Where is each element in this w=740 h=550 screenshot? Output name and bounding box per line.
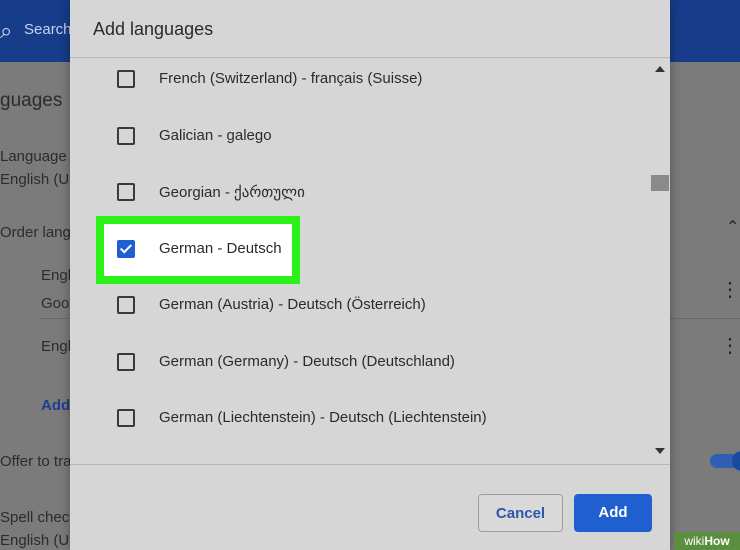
checkbox[interactable] xyxy=(117,353,135,371)
toggle-knob xyxy=(732,451,740,471)
order-item: Engl xyxy=(41,267,72,284)
divider xyxy=(70,464,670,465)
watermark-prefix: wiki xyxy=(684,534,705,548)
offer-translate-toggle[interactable] xyxy=(710,451,740,471)
search-icon[interactable]: ⌕ xyxy=(0,18,12,44)
add-button[interactable]: Add xyxy=(574,494,652,532)
checkbox[interactable] xyxy=(117,409,135,427)
list-item[interactable]: German - Deutsch xyxy=(70,226,650,282)
add-languages-link[interactable]: Add xyxy=(41,397,70,414)
more-vert-icon[interactable]: ⋮ xyxy=(720,336,740,356)
order-item: Engl xyxy=(41,338,72,355)
list-item[interactable]: Galician - galego xyxy=(70,113,650,169)
language-label: Language xyxy=(0,148,67,165)
dialog-title: Add languages xyxy=(93,19,214,39)
language-label: German (Germany) - Deutsch (Deutschland) xyxy=(159,353,455,370)
spell-check-label: Spell check xyxy=(0,509,77,526)
scrollbar[interactable] xyxy=(650,58,670,464)
cancel-button[interactable]: Cancel xyxy=(478,494,563,532)
list-item[interactable]: German (Liechtenstein) - Deutsch (Liecht… xyxy=(70,395,650,451)
checkbox[interactable] xyxy=(117,127,135,145)
order-item: Goo xyxy=(41,295,70,312)
scroll-down-arrow-icon[interactable] xyxy=(655,448,665,454)
list-item[interactable]: German (Germany) - Deutsch (Deutschland) xyxy=(70,339,650,395)
language-label: Georgian - ქართული xyxy=(159,184,305,201)
add-languages-dialog: Add languages French (Switzerland) - fra… xyxy=(70,0,670,550)
language-label: French (Switzerland) - français (Suisse) xyxy=(159,70,423,87)
checkbox[interactable] xyxy=(117,296,135,314)
list-item[interactable]: French (Switzerland) - français (Suisse) xyxy=(70,58,650,112)
chevron-up-icon[interactable]: ⌃ xyxy=(726,217,739,237)
scrollbar-thumb[interactable] xyxy=(651,175,669,191)
wikihow-watermark: wikiHow xyxy=(674,532,740,550)
checkbox-checked[interactable] xyxy=(117,240,135,258)
language-label: German - Deutsch xyxy=(159,240,282,257)
more-vert-icon[interactable]: ⋮ xyxy=(720,280,740,300)
section-title: guages xyxy=(0,90,63,111)
language-label: German (Austria) - Deutsch (Österreich) xyxy=(159,296,426,313)
watermark-suffix: How xyxy=(704,534,730,548)
offer-translate-label: Offer to tra xyxy=(0,453,72,470)
list-item[interactable]: German (Austria) - Deutsch (Österreich) xyxy=(70,282,650,338)
search-placeholder[interactable]: Search xyxy=(24,21,72,38)
checkbox[interactable] xyxy=(117,183,135,201)
spell-check-value: English (Ur xyxy=(0,532,75,549)
scroll-up-arrow-icon[interactable] xyxy=(655,66,665,72)
checkbox[interactable] xyxy=(117,70,135,88)
language-label: Galician - galego xyxy=(159,127,272,144)
language-value: English (Ur xyxy=(0,171,75,188)
language-list: French (Switzerland) - français (Suisse)… xyxy=(70,58,650,464)
order-label: Order langu xyxy=(0,224,80,241)
language-label: German (Liechtenstein) - Deutsch (Liecht… xyxy=(159,409,487,426)
